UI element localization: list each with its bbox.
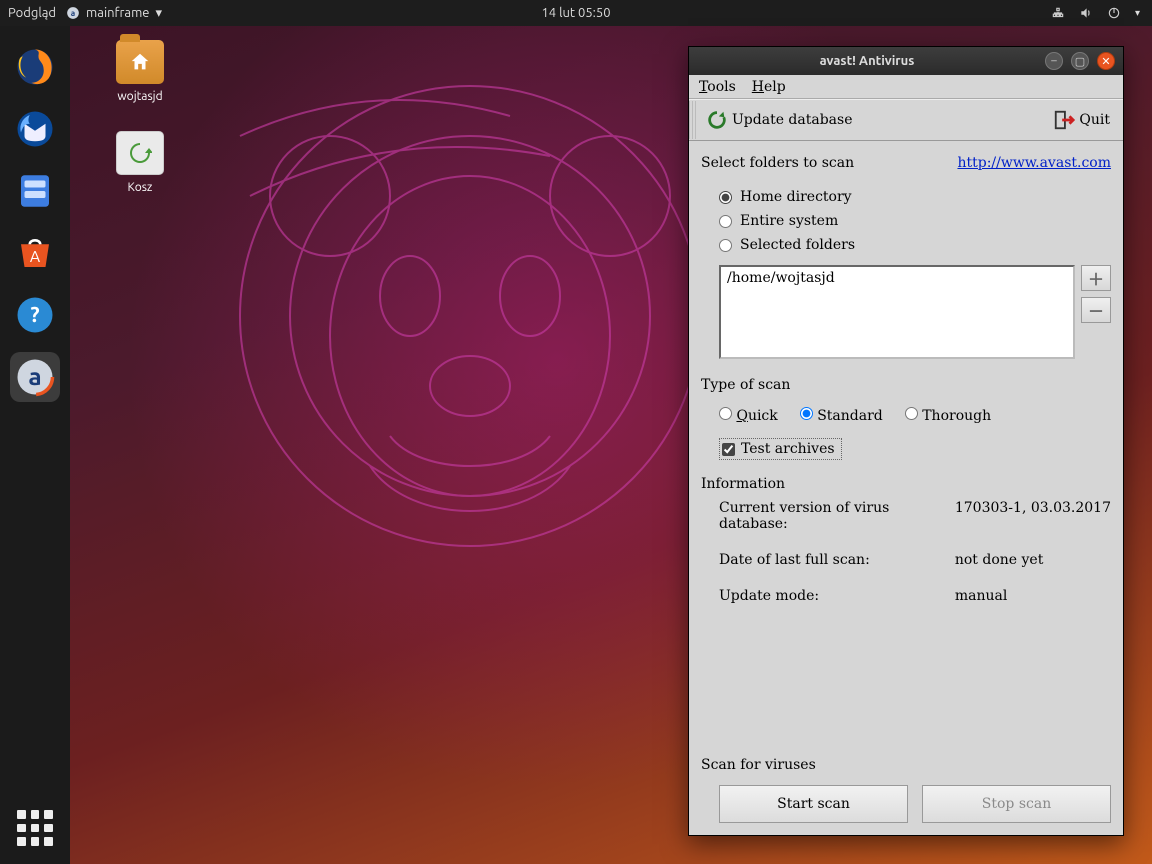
volume-icon[interactable] xyxy=(1079,6,1093,20)
chevron-down-icon[interactable]: ▾ xyxy=(1135,7,1140,19)
dock: A ? a xyxy=(0,26,70,864)
power-icon[interactable] xyxy=(1107,6,1121,20)
close-button[interactable]: ✕ xyxy=(1097,52,1115,70)
test-archives-label: Test archives xyxy=(741,441,835,457)
last-scan-label: Date of last full scan: xyxy=(719,552,955,568)
titlebar[interactable]: avast! Antivirus – ▢ ✕ xyxy=(689,47,1123,75)
add-folder-button[interactable]: ＋ xyxy=(1081,265,1111,291)
last-scan-value: not done yet xyxy=(955,552,1111,568)
top-panel: Podgląd a mainframe ▾ 14 lut 05:50 ▾ xyxy=(0,0,1152,26)
desktop-trash-label: Kosz xyxy=(100,181,180,194)
type-of-scan-label: Type of scan xyxy=(701,377,1111,393)
db-version-label: Current version of virus database: xyxy=(719,500,955,532)
radio-quick[interactable]: Quick xyxy=(719,407,778,424)
scan-for-viruses-label: Scan for viruses xyxy=(701,757,1111,773)
radio-thorough[interactable]: Thorough xyxy=(905,407,991,424)
network-icon[interactable] xyxy=(1051,6,1065,20)
radio-thorough-label: Thorough xyxy=(922,408,991,424)
start-scan-button[interactable]: Start scan xyxy=(719,785,908,823)
update-database-button[interactable]: Update database xyxy=(699,101,866,139)
db-version-value: 170303-1, 03.03.2017 xyxy=(955,500,1111,532)
app-menu[interactable]: a mainframe ▾ xyxy=(66,6,162,21)
clock[interactable]: 14 lut 05:50 xyxy=(541,6,610,20)
update-mode-label: Update mode: xyxy=(719,588,955,604)
stop-scan-button[interactable]: Stop scan xyxy=(922,785,1111,823)
avast-window: avast! Antivirus – ▢ ✕ Tools Help Update… xyxy=(688,46,1124,836)
avast-link[interactable]: http://www.avast.com xyxy=(957,155,1111,171)
radio-selected-folders[interactable]: Selected folders xyxy=(719,237,1111,253)
avast-menu-icon: a xyxy=(66,6,80,20)
update-label: Update database xyxy=(732,112,853,128)
svg-text:?: ? xyxy=(30,302,39,326)
radio-entire-system[interactable]: Entire system xyxy=(719,213,1111,229)
folder-list-item[interactable]: /home/wojtasjd xyxy=(727,270,1067,286)
quit-button[interactable]: Quit xyxy=(1046,101,1123,139)
quit-label: Quit xyxy=(1079,112,1110,128)
information-label: Information xyxy=(701,476,1111,492)
show-applications[interactable] xyxy=(17,810,53,846)
dock-files[interactable] xyxy=(10,166,60,216)
svg-text:A: A xyxy=(30,247,41,265)
radio-entire-label: Entire system xyxy=(740,213,838,229)
desktop-home-label: wojtasjd xyxy=(100,90,180,103)
radio-home-directory[interactable]: Home directory xyxy=(719,189,1111,205)
app-menu-label: mainframe xyxy=(86,6,149,20)
dock-thunderbird[interactable] xyxy=(10,104,60,154)
activities-button[interactable]: Podgląd xyxy=(8,6,56,20)
checkbox-test-archives[interactable]: Test archives xyxy=(719,438,842,460)
menubar: Tools Help xyxy=(689,75,1123,99)
window-title: avast! Antivirus xyxy=(697,54,1037,68)
dock-software[interactable]: A xyxy=(10,228,60,278)
select-folders-label: Select folders to scan xyxy=(701,155,854,171)
toolbar: Update database Quit xyxy=(689,99,1123,141)
radio-standard[interactable]: Standard xyxy=(800,407,883,424)
radio-home-label: Home directory xyxy=(740,189,852,205)
toolbar-grip[interactable] xyxy=(689,101,697,139)
dock-avast[interactable]: a xyxy=(10,352,60,402)
desktop-trash[interactable]: Kosz xyxy=(100,131,180,194)
refresh-icon xyxy=(706,109,728,131)
menu-tools[interactable]: Tools xyxy=(699,79,736,95)
dock-help[interactable]: ? xyxy=(10,290,60,340)
folder-list[interactable]: /home/wojtasjd xyxy=(719,265,1075,359)
desktop-home-folder[interactable]: wojtasjd xyxy=(100,40,180,103)
remove-folder-button[interactable]: － xyxy=(1081,297,1111,323)
chevron-down-icon: ▾ xyxy=(155,6,162,21)
maximize-button[interactable]: ▢ xyxy=(1071,52,1089,70)
radio-selected-label: Selected folders xyxy=(740,237,855,253)
menu-help[interactable]: Help xyxy=(752,79,786,95)
radio-standard-label: Standard xyxy=(817,408,883,424)
svg-text:a: a xyxy=(28,362,41,390)
wallpaper-art xyxy=(190,56,750,616)
update-mode-value: manual xyxy=(955,588,1111,604)
svg-text:a: a xyxy=(71,8,75,18)
minimize-button[interactable]: – xyxy=(1045,52,1063,70)
dock-firefox[interactable] xyxy=(10,42,60,92)
folder-icon xyxy=(116,40,164,84)
exit-icon xyxy=(1053,109,1075,131)
trash-icon xyxy=(116,131,164,175)
